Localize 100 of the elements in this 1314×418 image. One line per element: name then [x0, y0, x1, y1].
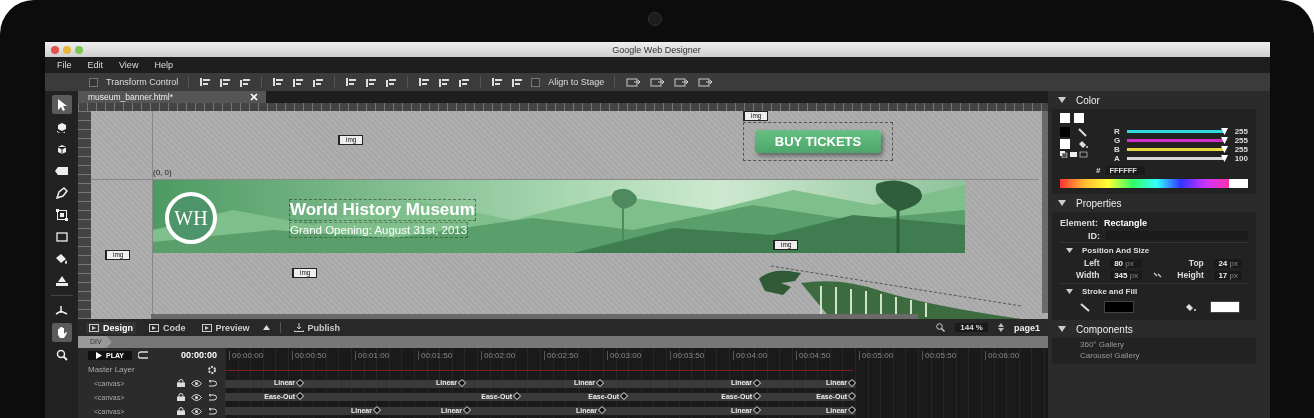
current-time: 00:00:00 — [180, 350, 217, 361]
lock-icon[interactable] — [177, 379, 185, 388]
number-field[interactable]: 24 px — [1214, 258, 1242, 268]
view-mode-tab[interactable]: Code — [146, 321, 189, 334]
checkbox[interactable] — [531, 77, 541, 87]
transform-icon — [55, 208, 68, 221]
section-title: Properties — [1076, 197, 1122, 209]
number-field[interactable]: 17 px — [1214, 270, 1242, 280]
eye-icon[interactable] — [191, 393, 202, 401]
tag-icon — [55, 166, 68, 175]
stroke-color-swatch[interactable] — [1104, 301, 1134, 313]
undo-icon[interactable] — [208, 379, 217, 387]
align-icon[interactable] — [312, 77, 325, 87]
layer-order-icon[interactable] — [625, 76, 642, 88]
select-tool[interactable] — [51, 95, 72, 114]
time-label: 00:05:00 — [859, 350, 922, 360]
link-icon[interactable] — [1152, 271, 1162, 279]
close-icon[interactable] — [250, 93, 258, 101]
hand-tool[interactable] — [51, 323, 72, 342]
eye-icon[interactable] — [191, 407, 202, 415]
bucket-icon[interactable] — [1078, 139, 1088, 149]
publish-button[interactable]: Publish — [290, 321, 344, 334]
menu-item[interactable]: Edit — [84, 60, 107, 70]
align-icon[interactable] — [511, 77, 524, 87]
align-icon[interactable] — [199, 77, 212, 87]
bucket-icon[interactable] — [1185, 302, 1196, 312]
keyframe-diamond-icon — [373, 406, 381, 415]
view-mode-icon — [201, 323, 212, 332]
menu-item[interactable]: File — [54, 60, 75, 70]
align-icon[interactable] — [418, 77, 431, 87]
logo-badge: WH — [165, 192, 217, 244]
view-mode-tab[interactable]: Design — [86, 321, 136, 334]
align-icon[interactable] — [272, 77, 285, 87]
slider-thumb[interactable] — [1221, 155, 1228, 162]
slider-thumb[interactable] — [1221, 137, 1228, 144]
slider-thumb[interactable] — [1221, 128, 1228, 135]
close-icon[interactable] — [51, 45, 59, 54]
align-icon[interactable] — [438, 77, 451, 87]
time-label: 00:01:50 — [418, 350, 481, 360]
field-label: Left — [1082, 258, 1100, 268]
channel-label: R — [1114, 127, 1121, 136]
collapse-icon[interactable] — [1066, 248, 1073, 253]
cube-icon — [55, 142, 68, 155]
layer-order-icon[interactable] — [649, 76, 666, 88]
scrollbar[interactable] — [151, 314, 918, 319]
color-swatch[interactable] — [1074, 113, 1084, 123]
align-icon[interactable] — [458, 77, 471, 87]
component-item[interactable]: 360° Gallery — [1080, 340, 1248, 349]
color-swatch[interactable] — [1060, 113, 1070, 123]
eye-icon[interactable] — [191, 379, 202, 387]
align-icon[interactable] — [345, 77, 358, 87]
caret-icon[interactable] — [262, 325, 270, 330]
align-icon[interactable] — [292, 77, 305, 87]
align-icon[interactable] — [219, 77, 232, 87]
collapse-icon[interactable] — [1058, 97, 1066, 103]
document-tab[interactable]: museum_banner.html* — [78, 91, 266, 103]
component-item[interactable]: Carousel Gallery — [1080, 351, 1248, 360]
pencil-icon[interactable] — [1080, 302, 1090, 312]
hand-icon — [55, 326, 68, 339]
stepper-icon[interactable] — [998, 323, 1004, 332]
loop-icon[interactable] — [138, 351, 151, 360]
time-label: 00:03:00 — [607, 350, 670, 360]
align-icon[interactable] — [365, 77, 378, 87]
align-icon[interactable] — [385, 77, 398, 87]
time-label: 00:00:50 — [292, 350, 355, 360]
collapse-icon[interactable] — [1058, 326, 1066, 332]
field-label: ID: — [1088, 230, 1100, 241]
menu-item[interactable]: Help — [151, 60, 176, 70]
fill-color-swatch[interactable] — [1210, 301, 1240, 313]
fill-swatch[interactable] — [1060, 139, 1070, 149]
collapse-icon[interactable] — [1058, 200, 1066, 206]
settings-icon[interactable] — [207, 364, 217, 375]
undo-icon[interactable] — [208, 393, 217, 401]
time-label: 00:02:50 — [544, 350, 607, 360]
view-mode-tab[interactable]: Preview — [198, 321, 253, 334]
lock-icon[interactable] — [177, 393, 185, 402]
stroke-swatch[interactable] — [1060, 127, 1070, 137]
field-label: Top — [1187, 258, 1204, 268]
align-icon[interactable] — [239, 77, 252, 87]
zoom-field[interactable]: 144 % — [955, 323, 988, 332]
color-spectrum[interactable] — [1060, 179, 1248, 188]
keyframe-diamond-icon — [463, 406, 471, 415]
swatch-options-icon[interactable] — [1060, 151, 1088, 158]
slider-thumb[interactable] — [1221, 146, 1228, 153]
align-icon[interactable] — [491, 77, 504, 87]
layer-order-icon[interactable] — [697, 76, 714, 88]
layer-order-icon[interactable] — [673, 76, 690, 88]
menu-item[interactable]: View — [116, 60, 142, 70]
origin-label: (0, 0) — [153, 168, 172, 177]
scrollbar[interactable] — [1042, 111, 1048, 313]
page-selector[interactable]: page1 — [1014, 322, 1040, 333]
lock-icon[interactable] — [177, 407, 185, 416]
number-field[interactable]: 80 px — [1110, 258, 1143, 268]
checkbox[interactable] — [89, 77, 98, 87]
pencil-icon[interactable] — [1078, 127, 1087, 137]
channel-label: A — [1114, 154, 1121, 163]
number-field[interactable]: 345 px — [1110, 270, 1143, 280]
keyframe-diamond-icon — [513, 392, 521, 401]
collapse-icon[interactable] — [1066, 289, 1073, 294]
undo-icon[interactable] — [208, 407, 217, 415]
